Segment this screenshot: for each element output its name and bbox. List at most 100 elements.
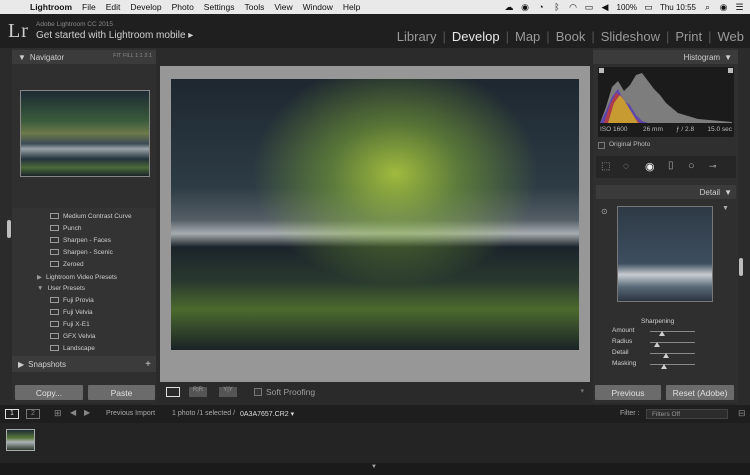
collapse-triangle-icon[interactable]: ▼	[724, 53, 732, 62]
copy-button[interactable]: Copy...	[15, 385, 83, 400]
slider-knob[interactable]	[659, 331, 666, 336]
wifi-icon[interactable]: ◠	[569, 2, 578, 12]
add-snapshot-icon[interactable]: +	[145, 359, 151, 370]
detail-preview[interactable]	[617, 206, 713, 302]
forward-arrow-icon[interactable]: ▶	[84, 408, 90, 417]
collapse-triangle-icon[interactable]: ▼	[724, 188, 732, 197]
navigator-zoom-levels[interactable]: FIT FILL 1:1 2:1	[113, 53, 152, 59]
slider-knob[interactable]	[662, 353, 669, 358]
detail-menu-icon[interactable]: ▼	[722, 205, 729, 212]
lightroom-mobile-link[interactable]: Get started with Lightroom mobile ▸	[36, 30, 193, 41]
grid-icon[interactable]: ⊞	[54, 408, 62, 419]
slider-knob[interactable]	[660, 364, 667, 369]
graduated-filter-icon[interactable]: ▯	[668, 160, 674, 171]
previous-button[interactable]: Previous	[595, 385, 661, 400]
module-slideshow[interactable]: Slideshow	[595, 29, 666, 44]
detail-header[interactable]: Detail ▼	[596, 185, 736, 199]
airplay-icon[interactable]: ▭	[585, 2, 594, 12]
slider-track[interactable]	[650, 364, 695, 365]
preset-item[interactable]: GFX Velvia	[50, 333, 96, 340]
filmstrip-thumbnail[interactable]	[6, 429, 35, 451]
menu-app[interactable]: Lightroom	[30, 2, 72, 12]
slider-track[interactable]	[650, 353, 695, 354]
swap-before-after-icon[interactable]: Y|Y	[219, 387, 237, 397]
right-panel-edge-handle[interactable]	[739, 258, 743, 276]
left-panel-edge-handle[interactable]	[7, 220, 11, 238]
module-web[interactable]: Web	[712, 29, 750, 44]
menu-window[interactable]: Window	[303, 2, 333, 12]
filmstrip-source[interactable]: Previous Import	[106, 410, 155, 417]
original-photo-checkbox[interactable]	[598, 142, 605, 149]
menu-develop[interactable]: Develop	[130, 2, 161, 12]
menu-settings[interactable]: Settings	[204, 2, 235, 12]
histogram-graph	[599, 68, 733, 123]
volume-icon[interactable]: ◀	[601, 2, 610, 12]
creative-cloud-icon[interactable]: ☁	[505, 2, 514, 12]
preset-folder-user[interactable]: ▼ User Presets	[37, 285, 85, 292]
navigator-header[interactable]: ▼ Navigator FIT FILL 1:1 2:1	[12, 50, 156, 64]
collapse-bottom-icon[interactable]: ▼	[371, 464, 377, 470]
red-eye-icon[interactable]: ◉	[645, 160, 655, 173]
back-arrow-icon[interactable]: ◀	[70, 408, 76, 417]
secondary-window-button[interactable]: 2	[26, 409, 40, 419]
target-adjust-icon[interactable]: ⊙	[601, 207, 608, 216]
preset-item[interactable]: Medium Contrast Curve	[50, 213, 132, 220]
spot-removal-icon[interactable]: ◌	[623, 161, 629, 172]
preset-item[interactable]: Punch	[50, 225, 81, 232]
selected-filename[interactable]: 0A3A7657.CR2 ▾	[240, 410, 294, 418]
clock-icon[interactable]: ◔	[537, 2, 546, 12]
menu-view[interactable]: View	[274, 2, 292, 12]
toolbar-menu-icon[interactable]: ▾	[580, 387, 584, 395]
slider-label: Amount	[612, 327, 635, 334]
preset-item[interactable]: Fuji Provia	[50, 297, 94, 304]
user-icon[interactable]: ◉	[719, 2, 728, 12]
preset-item[interactable]: Zeroed	[50, 261, 84, 268]
navigator-preview[interactable]	[20, 90, 150, 177]
preset-item[interactable]: Sharpen - Scenic	[50, 249, 113, 256]
menu-tools[interactable]: Tools	[245, 2, 265, 12]
module-print[interactable]: Print	[669, 29, 708, 44]
crop-tool-icon[interactable]: ⬚	[601, 161, 610, 172]
preset-item[interactable]: Sharpen - Faces	[50, 237, 111, 244]
collapse-triangle-icon[interactable]: ▼	[18, 53, 26, 62]
module-picker: Library | Develop | Map | Book | Slideshow | …	[391, 29, 750, 44]
menu-photo[interactable]: Photo	[172, 2, 194, 12]
slider-knob[interactable]	[653, 342, 660, 347]
battery-icon[interactable]: ▭	[644, 2, 653, 12]
battery-percent: 100%	[616, 2, 637, 12]
sync-icon[interactable]: ◉	[521, 2, 530, 12]
aurora-photo[interactable]	[171, 79, 579, 350]
filmstrip-bar: 1 2 ⊞ ◀ ▶ Previous Import 1 photo /1 sel…	[0, 405, 750, 423]
module-develop[interactable]: Develop	[446, 29, 506, 44]
snapshots-header[interactable]: ▶ Snapshots +	[12, 356, 156, 372]
menu-help[interactable]: Help	[343, 2, 360, 12]
menu-edit[interactable]: Edit	[106, 2, 121, 12]
module-library[interactable]: Library	[391, 29, 443, 44]
slider-track[interactable]	[650, 331, 695, 332]
filter-select[interactable]: Filters Off	[646, 409, 728, 419]
module-map[interactable]: Map	[509, 29, 546, 44]
soft-proofing-label: Soft Proofing	[266, 387, 316, 397]
preset-item[interactable]: Fuji X-E1	[50, 321, 90, 328]
expand-triangle-icon[interactable]: ▶	[18, 360, 24, 369]
before-after-icon[interactable]: R|R	[189, 387, 207, 397]
loupe-view-icon[interactable]	[166, 387, 180, 397]
search-icon[interactable]: ⌕	[703, 2, 712, 12]
histogram-header[interactable]: Histogram ▼	[593, 50, 738, 64]
adjustment-brush-icon[interactable]: ⊸	[709, 161, 717, 172]
reset-adobe-button[interactable]: Reset (Adobe)	[666, 385, 734, 400]
preset-folder-video[interactable]: ▶ Lightroom Video Presets	[37, 273, 117, 281]
notification-center-icon[interactable]: ☰	[735, 2, 744, 12]
navigator-title: Navigator	[29, 52, 65, 62]
preset-item[interactable]: Fuji Velvia	[50, 309, 93, 316]
bluetooth-icon[interactable]: ᛒ	[553, 2, 562, 12]
paste-button[interactable]: Paste	[88, 385, 155, 400]
menubar-clock[interactable]: Thu 10:55	[660, 3, 696, 12]
preset-item[interactable]: Landscape	[50, 345, 95, 352]
soft-proofing-checkbox[interactable]	[254, 388, 262, 396]
menu-file[interactable]: File	[82, 2, 96, 12]
radial-filter-icon[interactable]: ○	[688, 160, 695, 172]
primary-window-button[interactable]: 1	[5, 409, 19, 419]
module-book[interactable]: Book	[550, 29, 592, 44]
filter-lock-icon[interactable]: ⊟	[738, 408, 746, 419]
